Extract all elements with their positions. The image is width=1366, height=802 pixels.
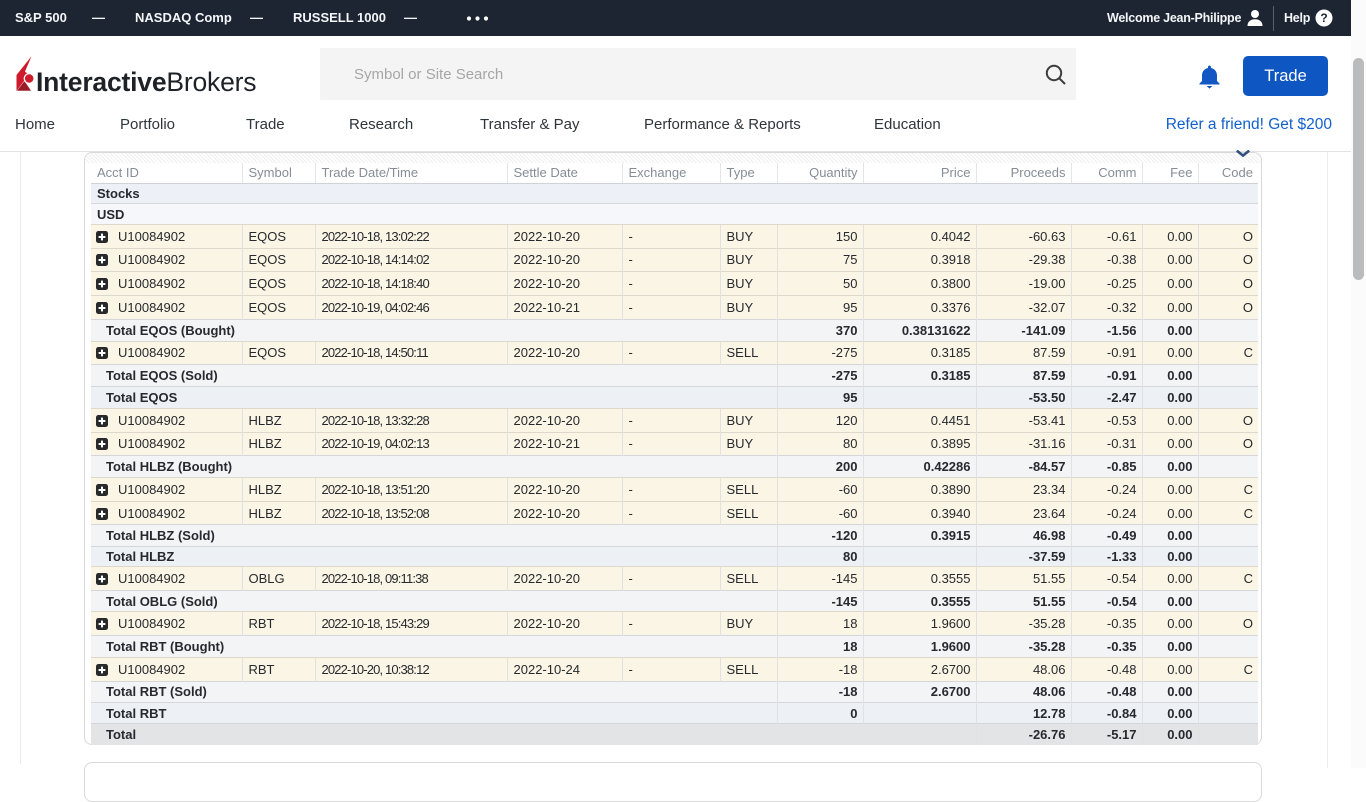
- svg-text:?: ?: [1320, 11, 1327, 25]
